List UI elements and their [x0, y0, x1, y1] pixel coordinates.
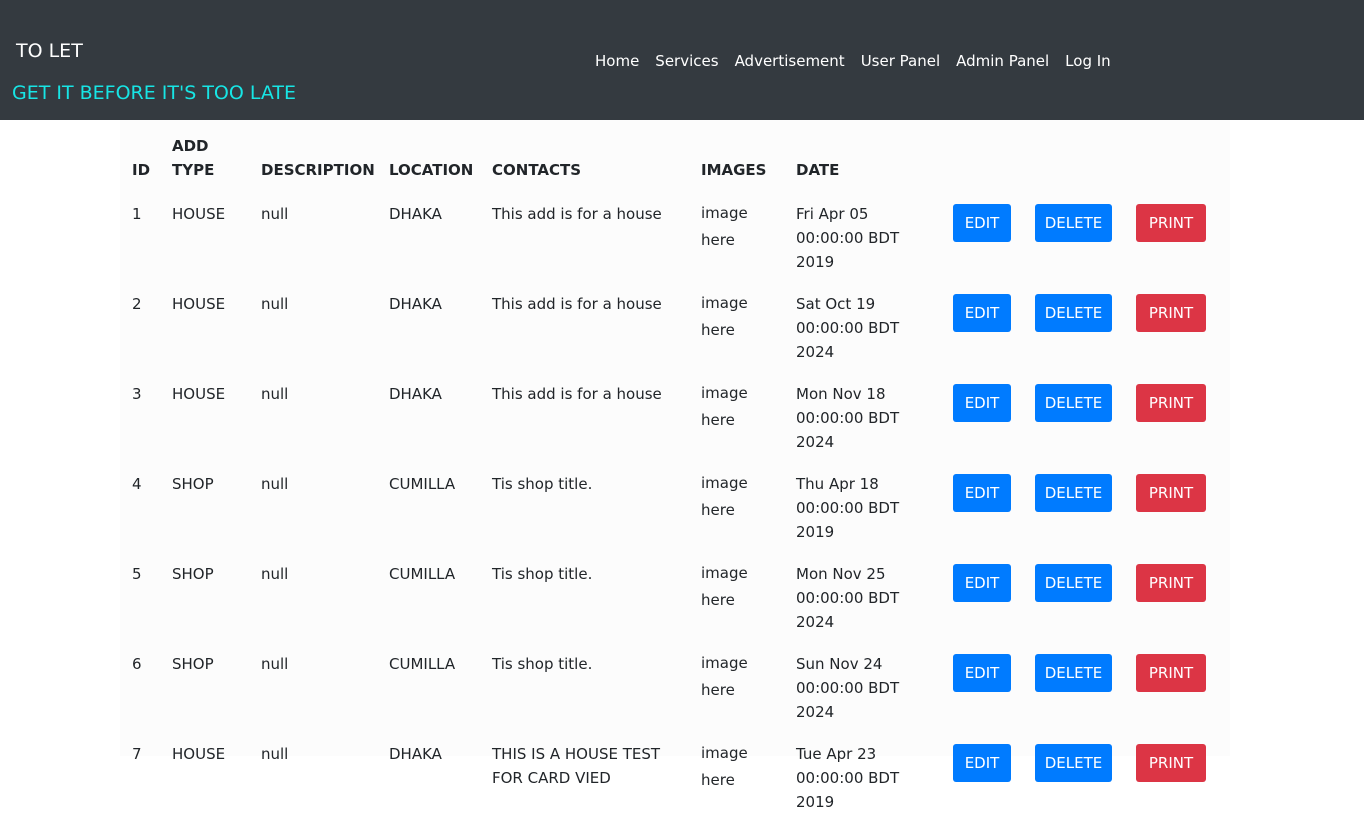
header-contacts: CONTACTS — [492, 161, 582, 179]
cell-images: image here — [701, 654, 748, 699]
cell-type: SHOP — [172, 655, 214, 673]
table-header: ID ADD TYPE DESCRIPTION LOCATION CONTACT… — [120, 120, 1230, 192]
cell-date: Fri Apr 05 00:00:00 BDT 2019 — [796, 205, 900, 271]
cell-location: CUMILLA — [389, 565, 456, 583]
nav-link-advertisement[interactable]: Advertisement — [735, 52, 845, 70]
nav-link-log-in[interactable]: Log In — [1065, 52, 1111, 70]
cell-id: 3 — [132, 385, 142, 403]
print-button[interactable]: PRINT — [1136, 474, 1206, 512]
nav-link-services[interactable]: Services — [655, 52, 718, 70]
cell-images: image here — [701, 474, 748, 519]
delete-button[interactable]: DELETE — [1035, 294, 1112, 332]
print-button[interactable]: PRINT — [1136, 654, 1206, 692]
cell-location: CUMILLA — [389, 475, 456, 493]
cell-type: HOUSE — [172, 745, 226, 763]
delete-button[interactable]: DELETE — [1035, 384, 1112, 422]
cell-date: Sun Nov 24 00:00:00 BDT 2024 — [796, 655, 900, 721]
cell-location: DHAKA — [389, 295, 442, 313]
cell-contacts: THIS IS A HOUSE TEST FOR CARD VIED — [492, 745, 661, 787]
cell-contacts: This add is for a house — [492, 205, 662, 223]
edit-button[interactable]: EDIT — [953, 294, 1011, 332]
header-images: IMAGES — [701, 161, 767, 179]
cell-description: null — [261, 565, 289, 583]
table-row: 1 HOUSE null DHAKA This add is for a hou… — [120, 192, 1230, 282]
nav-link-home[interactable]: Home — [595, 52, 639, 70]
table-row: 5 SHOP null CUMILLA Tis shop title. imag… — [120, 552, 1230, 642]
cell-id: 4 — [132, 475, 142, 493]
edit-button[interactable]: EDIT — [953, 204, 1011, 242]
brand-tagline: GET IT BEFORE IT'S TOO LATE — [12, 82, 297, 104]
cell-id: 1 — [132, 205, 142, 223]
print-button[interactable]: PRINT — [1136, 564, 1206, 602]
cell-type: HOUSE — [172, 385, 226, 403]
delete-button[interactable]: DELETE — [1035, 204, 1112, 242]
cell-images: image here — [701, 564, 748, 609]
edit-button[interactable]: EDIT — [953, 384, 1011, 422]
table-body: 1 HOUSE null DHAKA This add is for a hou… — [120, 192, 1230, 822]
header-id: ID — [132, 161, 151, 179]
cell-date: Mon Nov 18 00:00:00 BDT 2024 — [796, 385, 900, 451]
print-button[interactable]: PRINT — [1136, 294, 1206, 332]
nav-link-user-panel[interactable]: User Panel — [861, 52, 940, 70]
edit-button[interactable]: EDIT — [953, 474, 1011, 512]
cell-images: image here — [701, 744, 748, 789]
cell-images: image here — [701, 204, 748, 249]
cell-description: null — [261, 385, 289, 403]
table-row: 7 HOUSE null DHAKA THIS IS A HOUSE TEST … — [120, 732, 1230, 822]
cell-description: null — [261, 655, 289, 673]
cell-type: SHOP — [172, 565, 214, 583]
print-button[interactable]: PRINT — [1136, 384, 1206, 422]
cell-contacts: Tis shop title. — [492, 565, 593, 583]
cell-description: null — [261, 205, 289, 223]
delete-button[interactable]: DELETE — [1035, 564, 1112, 602]
header-add-type: ADD TYPE — [172, 137, 215, 179]
delete-button[interactable]: DELETE — [1035, 744, 1112, 782]
cell-id: 2 — [132, 295, 142, 313]
cell-date: Thu Apr 18 00:00:00 BDT 2019 — [796, 475, 900, 541]
cell-images: image here — [701, 384, 748, 429]
delete-button[interactable]: DELETE — [1035, 474, 1112, 512]
edit-button[interactable]: EDIT — [953, 564, 1011, 602]
cell-type: HOUSE — [172, 205, 226, 223]
cell-date: Sat Oct 19 00:00:00 BDT 2024 — [796, 295, 900, 361]
ads-table-container: ID ADD TYPE DESCRIPTION LOCATION CONTACT… — [120, 120, 1230, 811]
table-row: 3 HOUSE null DHAKA This add is for a hou… — [120, 372, 1230, 462]
cell-contacts: Tis shop title. — [492, 655, 593, 673]
delete-button[interactable]: DELETE — [1035, 654, 1112, 692]
header-description: DESCRIPTION — [261, 161, 375, 179]
cell-location: CUMILLA — [389, 655, 456, 673]
nav-link-admin-panel[interactable]: Admin Panel — [956, 52, 1049, 70]
cell-type: SHOP — [172, 475, 214, 493]
table-row: 6 SHOP null CUMILLA Tis shop title. imag… — [120, 642, 1230, 732]
cell-type: HOUSE — [172, 295, 226, 313]
ads-table: ID ADD TYPE DESCRIPTION LOCATION CONTACT… — [120, 120, 1230, 822]
cell-location: DHAKA — [389, 205, 442, 223]
cell-date: Mon Nov 25 00:00:00 BDT 2024 — [796, 565, 900, 631]
table-row: 4 SHOP null CUMILLA Tis shop title. imag… — [120, 462, 1230, 552]
cell-contacts: This add is for a house — [492, 385, 662, 403]
cell-description: null — [261, 295, 289, 313]
cell-id: 5 — [132, 565, 142, 583]
cell-contacts: Tis shop title. — [492, 475, 593, 493]
cell-id: 6 — [132, 655, 142, 673]
edit-button[interactable]: EDIT — [953, 654, 1011, 692]
cell-description: null — [261, 475, 289, 493]
cell-images: image here — [701, 294, 748, 339]
cell-id: 7 — [132, 745, 142, 763]
cell-date: Tue Apr 23 00:00:00 BDT 2019 — [796, 745, 900, 811]
navbar: TO LET GET IT BEFORE IT'S TOO LATE Home … — [0, 0, 1364, 120]
cell-description: null — [261, 745, 289, 763]
print-button[interactable]: PRINT — [1136, 744, 1206, 782]
header-location: LOCATION — [389, 161, 474, 179]
print-button[interactable]: PRINT — [1136, 204, 1206, 242]
brand-title[interactable]: TO LET — [16, 40, 83, 62]
nav-links: Home Services Advertisement User Panel A… — [595, 52, 1111, 70]
table-row: 2 HOUSE null DHAKA This add is for a hou… — [120, 282, 1230, 372]
cell-contacts: This add is for a house — [492, 295, 662, 313]
cell-location: DHAKA — [389, 745, 442, 763]
header-date: DATE — [796, 161, 840, 179]
cell-location: DHAKA — [389, 385, 442, 403]
edit-button[interactable]: EDIT — [953, 744, 1011, 782]
